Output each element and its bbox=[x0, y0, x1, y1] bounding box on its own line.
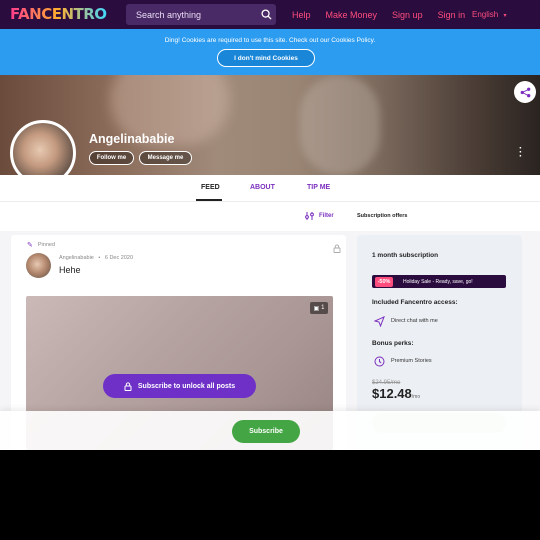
perk-direct-chat-label: Direct chat with me bbox=[391, 318, 438, 324]
perk-direct-chat: Direct chat with me bbox=[372, 314, 438, 328]
language-selector[interactable]: English ▾ bbox=[472, 10, 507, 19]
perk-premium-stories-label: Premium Stories bbox=[391, 358, 432, 364]
lock-icon bbox=[333, 240, 341, 258]
profile-tabs: FEED ABOUT TIP ME bbox=[0, 175, 540, 202]
search-icon[interactable] bbox=[256, 4, 276, 25]
image-icon: ▣ bbox=[313, 305, 320, 312]
nav-help-link[interactable]: Help bbox=[292, 10, 311, 20]
bonus-perks-title: Bonus perks: bbox=[372, 340, 414, 347]
profile-name: Angelinababie bbox=[89, 132, 175, 146]
subscribe-button[interactable]: Subscribe bbox=[232, 420, 300, 443]
fancentro-logo[interactable]: FANCENTRO bbox=[10, 5, 107, 23]
chevron-down-icon: ▾ bbox=[503, 13, 507, 19]
cover-photo bbox=[0, 75, 540, 175]
nav-sign-in-link[interactable]: Sign in bbox=[438, 10, 466, 20]
tab-feed[interactable]: FEED bbox=[201, 184, 220, 191]
filter-label: Filter bbox=[319, 213, 334, 219]
cookie-banner: Ding! Cookies are required to use this s… bbox=[0, 29, 540, 75]
pinned-indicator: ✎ Pinned bbox=[27, 241, 55, 249]
post-date: 6 Dec 2020 bbox=[104, 255, 134, 261]
message-button[interactable]: Message me bbox=[139, 151, 192, 165]
filter-row bbox=[0, 202, 540, 231]
subscription-offers-heading: Subscription offers bbox=[357, 213, 408, 219]
share-button[interactable] bbox=[514, 81, 536, 103]
price-period: /mo bbox=[411, 394, 421, 400]
search-input[interactable] bbox=[126, 4, 256, 25]
subscription-title: 1 month subscription bbox=[372, 252, 439, 259]
follow-button[interactable]: Follow me bbox=[89, 151, 134, 165]
sale-banner: -50% Holiday Sale - Ready, save, go! bbox=[372, 275, 506, 288]
media-count-value: 1 bbox=[321, 305, 325, 311]
tab-tip-me[interactable]: TIP ME bbox=[307, 184, 330, 191]
nav-sign-up-link[interactable]: Sign up bbox=[392, 10, 423, 20]
pin-icon: ✎ bbox=[27, 242, 33, 249]
nav-links: Help Make Money Sign up Sign in bbox=[292, 0, 480, 29]
clock-icon bbox=[372, 354, 386, 368]
sale-badge: -50% bbox=[375, 276, 393, 287]
cookie-text: Ding! Cookies are required to use this s… bbox=[164, 37, 376, 44]
included-access-title: Included Fancentro access: bbox=[372, 299, 458, 306]
filter-icon bbox=[305, 212, 314, 220]
post-author-name[interactable]: Angelinababie bbox=[59, 255, 94, 261]
sale-price-value: $12.48 bbox=[372, 386, 412, 401]
share-icon bbox=[520, 87, 530, 97]
filter-button[interactable]: Filter bbox=[305, 211, 334, 221]
active-tab-indicator bbox=[196, 199, 222, 201]
post-author-avatar[interactable] bbox=[26, 253, 51, 278]
sale-text: Holiday Sale - Ready, save, go! bbox=[403, 278, 473, 285]
more-options-icon[interactable]: · · · bbox=[519, 144, 522, 162]
media-count-badge: ▣ 1 bbox=[310, 302, 328, 314]
send-icon bbox=[372, 314, 386, 328]
subscribe-unlock-button[interactable]: Subscribe to unlock all posts bbox=[103, 374, 256, 398]
post-meta: Angelinababie • 6 Dec 2020 bbox=[59, 255, 134, 261]
empty-area bbox=[0, 450, 540, 540]
top-nav: FANCENTRO Help Make Money Sign up Sign i… bbox=[0, 0, 540, 29]
search-box bbox=[126, 4, 276, 25]
perk-premium-stories: Premium Stories bbox=[372, 354, 432, 368]
lock-icon bbox=[124, 381, 132, 391]
tab-about[interactable]: ABOUT bbox=[250, 184, 275, 191]
language-label: English bbox=[472, 10, 499, 19]
sale-price: $12.48/mo bbox=[372, 386, 420, 401]
accept-cookies-button[interactable]: I don't mind Cookies bbox=[217, 49, 315, 67]
post-text: Hehe bbox=[59, 265, 81, 275]
pinned-label: Pinned bbox=[37, 242, 56, 248]
nav-make-money-link[interactable]: Make Money bbox=[326, 10, 378, 20]
unlock-label: Subscribe to unlock all posts bbox=[137, 382, 236, 390]
